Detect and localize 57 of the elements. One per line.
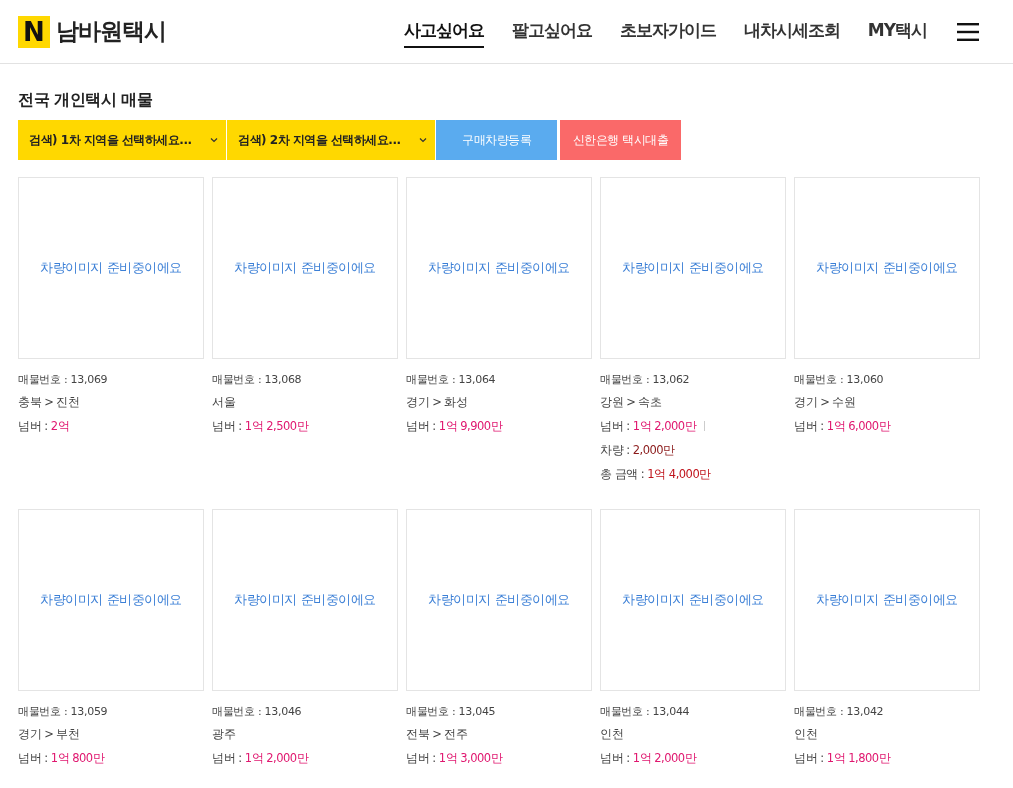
listing-number: 매물번호 : 13,042 xyxy=(794,704,884,719)
listing-region: 강원 > 속초 xyxy=(600,395,663,410)
listing-number: 매물번호 : 13,059 xyxy=(18,704,108,719)
menu-icon[interactable] xyxy=(957,22,979,41)
image-placeholder[interactable]: 차량이미지 준비중이에요 xyxy=(212,177,398,359)
logo-mark[interactable]: N xyxy=(18,15,50,48)
logo-name[interactable]: 남바원택시 xyxy=(56,16,166,47)
price-line: 넘버 : 2억 xyxy=(18,419,69,434)
price-line: 넘버 : 1억 6,000만 xyxy=(794,419,891,434)
price-line: 넘버 : 1억 800만 xyxy=(18,751,105,766)
listing-region: 서울 xyxy=(212,395,236,410)
image-placeholder[interactable]: 차량이미지 준비중이에요 xyxy=(600,509,786,691)
image-placeholder[interactable]: 차량이미지 준비중이에요 xyxy=(406,177,592,359)
price-line: 넘버 : 1억 3,000만 xyxy=(406,751,503,766)
page-title: 전국 개인택시 매물 xyxy=(18,90,154,111)
price-line: 넘버 : 1억 2,000만 xyxy=(600,751,697,766)
listing-number: 매물번호 : 13,044 xyxy=(600,704,690,719)
loan-button[interactable]: 신한은행 택시대출 xyxy=(560,120,681,160)
listing-region: 인천 xyxy=(600,727,624,742)
image-placeholder[interactable]: 차량이미지 준비중이에요 xyxy=(212,509,398,691)
region-select[interactable]: 검색) 1차 지역을 선택하세요... xyxy=(18,120,226,160)
price-line: 넘버 : 1억 2,000만 xyxy=(600,419,697,434)
listing-number: 매물번호 : 13,045 xyxy=(406,704,496,719)
image-placeholder[interactable]: 차량이미지 준비중이에요 xyxy=(406,509,592,691)
image-placeholder[interactable]: 차량이미지 준비중이에요 xyxy=(794,509,980,691)
nav-tab[interactable]: 내차시세조회 xyxy=(743,15,840,48)
caret-icon xyxy=(419,137,427,143)
listing-region: 경기 > 수원 xyxy=(794,395,857,410)
listing-number: 매물번호 : 13,062 xyxy=(600,372,690,387)
price-line: 넘버 : 1억 1,800만 xyxy=(794,751,891,766)
price-line: 넘버 : 1억 2,500만 xyxy=(212,419,309,434)
listing-region: 경기 > 화성 xyxy=(406,395,469,410)
nav-tab[interactable]: 팔고싶어요 xyxy=(511,15,592,48)
listing-number: 매물번호 : 13,046 xyxy=(212,704,302,719)
image-placeholder[interactable]: 차량이미지 준비중이에요 xyxy=(600,177,786,359)
price-line: 총 금액 : 1억 4,000만 xyxy=(600,467,711,482)
listing-region: 경기 > 부천 xyxy=(18,727,81,742)
nav-tab[interactable]: MY택시 xyxy=(867,15,927,48)
listing-number: 매물번호 : 13,064 xyxy=(406,372,496,387)
price-line: 넘버 : 1억 2,000만 xyxy=(212,751,309,766)
price-line: 넘버 : 1억 9,900만 xyxy=(406,419,503,434)
register-button[interactable]: 구매차량등록 xyxy=(436,120,557,160)
image-placeholder[interactable]: 차량이미지 준비중이에요 xyxy=(18,509,204,691)
listing-region: 인천 xyxy=(794,727,818,742)
image-placeholder[interactable]: 차량이미지 준비중이에요 xyxy=(794,177,980,359)
image-placeholder[interactable]: 차량이미지 준비중이에요 xyxy=(18,177,204,359)
listing-region: 충북 > 진천 xyxy=(18,395,81,410)
nav-tab[interactable]: 초보자가이드 xyxy=(619,15,716,48)
listing-number: 매물번호 : 13,060 xyxy=(794,372,884,387)
price-line: 차량 : 2,000만 xyxy=(600,443,675,458)
listing-number: 매물번호 : 13,068 xyxy=(212,372,302,387)
listing-region: 전북 > 전주 xyxy=(406,727,469,742)
caret-icon xyxy=(210,137,218,143)
region-select[interactable]: 검색) 2차 지역을 선택하세요... xyxy=(227,120,435,160)
listing-number: 매물번호 : 13,069 xyxy=(18,372,108,387)
listing-region: 광주 xyxy=(212,727,236,742)
nav-tab[interactable]: 사고싶어요 xyxy=(403,15,484,48)
